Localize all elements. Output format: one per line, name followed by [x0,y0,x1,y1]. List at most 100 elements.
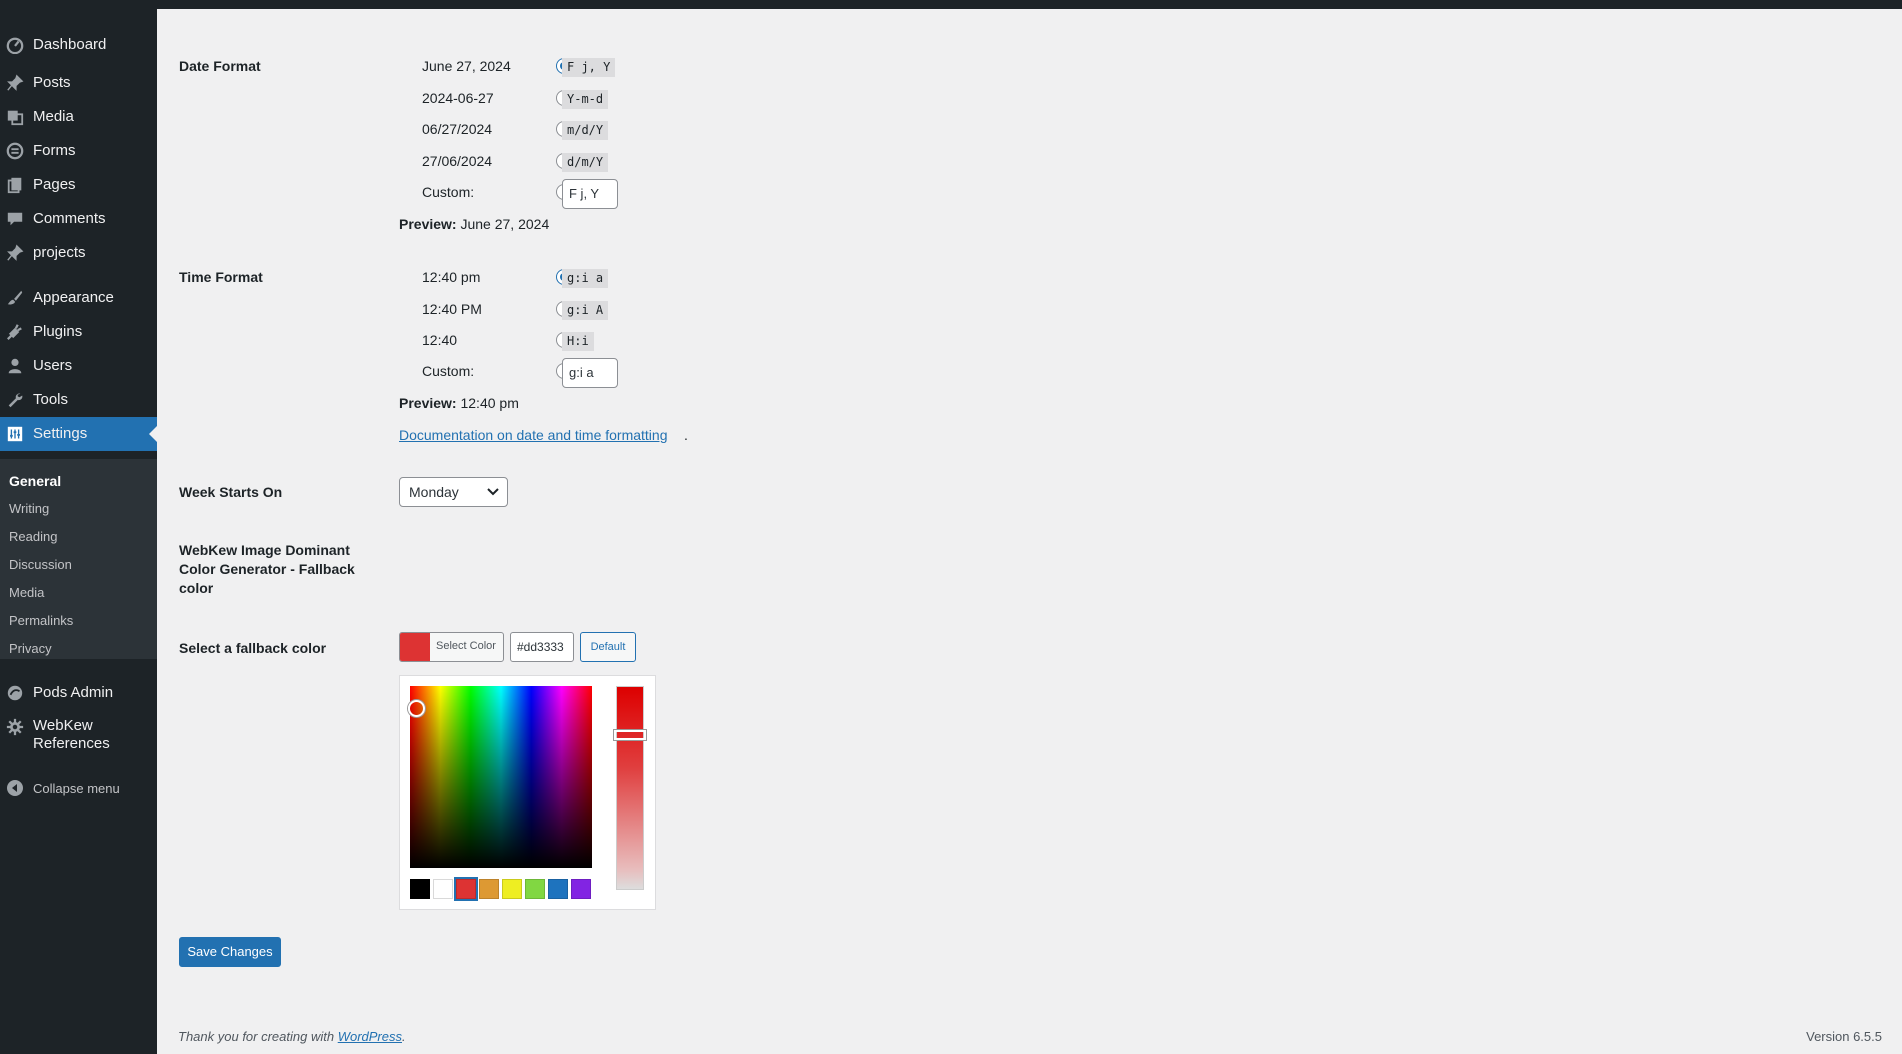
submenu-item-general[interactable]: General [9,473,61,489]
brush-icon [6,289,24,307]
submenu-item-privacy[interactable]: Privacy [9,641,52,656]
select-color-button[interactable]: Select Color [399,632,504,662]
footer-thanks-suffix: . [402,1029,406,1044]
week-starts-select[interactable]: Monday [399,477,508,507]
sidebar-item-label: Comments [33,210,106,227]
palette-swatch-purple[interactable] [571,879,591,899]
date-time-docs-link[interactable]: Documentation on date and time formattin… [399,427,668,443]
color-slider[interactable] [614,686,646,890]
pages-icon [6,176,24,194]
sidebar-item-label: Posts [33,74,71,91]
comment-icon [6,210,24,228]
submenu-item-media[interactable]: Media [9,585,44,600]
footer-thanks-text: Thank you for creating with [178,1029,338,1044]
palette-swatch-green[interactable] [525,879,545,899]
submenu-item-permalinks[interactable]: Permalinks [9,613,73,628]
sidebar-item-webkew-references[interactable]: WebKew References [0,710,157,758]
palette-swatch-orange[interactable] [479,879,499,899]
date-preview: Preview: June 27, 2024 [399,214,549,234]
time-preview-value: 12:40 pm [460,395,519,411]
wrench-icon [6,391,24,409]
date-option-label: 27/06/2024 [422,153,493,169]
palette-swatch-yellow[interactable] [502,879,522,899]
sidebar-item-label: WebKew References [33,717,110,752]
sidebar-item-label: projects [33,244,86,261]
color-palette [410,879,591,899]
collapse-menu-label: Collapse menu [33,780,120,796]
sidebar-item-label: Plugins [33,323,83,340]
palette-swatch-white[interactable] [433,879,453,899]
collapse-menu-button[interactable]: Collapse menu [0,775,157,801]
sidebar-item-appearance[interactable]: Appearance [0,281,157,315]
sidebar-item-settings[interactable]: Settings [0,417,157,451]
sidebar-item-label: Dashboard [33,36,107,53]
sidebar-item-label: Pages [33,176,76,193]
sidebar-item-dashboard[interactable]: Dashboard [0,28,157,62]
time-format-code: g:i A [562,301,609,320]
date-preview-value: June 27, 2024 [460,216,550,232]
sidebar-item-plugins[interactable]: Plugins [0,315,157,349]
save-changes-button[interactable]: Save Changes [179,937,281,967]
color-spectrum[interactable] [408,686,592,868]
date-preview-label: Preview: [399,216,457,232]
sidebar-item-forms[interactable]: Forms [0,134,157,168]
fallback-color-label: Select a fallback color [179,640,327,656]
time-format-code: H:i [562,332,594,351]
time-option-label: 12:40 [422,332,458,348]
time-preview-label: Preview: [399,395,457,411]
gear-icon [6,718,24,736]
submenu-item-reading[interactable]: Reading [9,529,57,544]
time-option-label: 12:40 PM [422,301,482,317]
footer-version: Version 6.5.5 [1806,1029,1882,1044]
sidebar-item-label: Appearance [33,289,114,306]
sidebar-item-posts[interactable]: Posts [0,66,157,100]
time-preview: Preview: 12:40 pm [399,393,519,413]
sidebar-item-media[interactable]: Media [0,100,157,134]
user-icon [6,357,24,375]
spectrum-handle[interactable] [408,700,425,717]
collapse-icon [7,780,23,796]
sidebar-item-comments[interactable]: Comments [0,202,157,236]
select-color-label: Select Color [436,640,496,652]
webkew-section-heading: WebKew Image Dominant Color Generator - … [179,542,355,596]
sidebar-item-label: Pods Admin [33,684,114,701]
pods-icon [6,684,24,702]
sidebar-item-tools[interactable]: Tools [0,383,157,417]
sidebar-item-label: Users [33,357,73,374]
sidebar-item-pods-admin[interactable]: Pods Admin [0,676,157,710]
hex-color-input[interactable]: #dd3333 [510,632,574,662]
date-format-custom-input[interactable]: F j, Y [562,179,618,209]
date-custom-label: Custom: [422,184,475,200]
default-color-button[interactable]: Default [580,632,636,662]
date-option-label: 2024-06-27 [422,90,494,106]
color-picker-panel [399,675,656,910]
sidebar-item-label: Tools [33,391,69,408]
palette-swatch-red[interactable] [456,879,476,899]
date-format-code: d/m/Y [562,153,609,172]
time-custom-label: Custom: [422,363,475,379]
media-icon [6,108,24,126]
sidebar-item-pages[interactable]: Pages [0,168,157,202]
date-format-code: F j, Y [562,58,616,77]
plug-icon [6,323,24,341]
time-format-custom-input[interactable]: g:i a [562,358,618,388]
footer-thanks: Thank you for creating with WordPress. [178,1029,406,1044]
sidebar-item-projects[interactable]: projects [0,236,157,270]
wordpress-link[interactable]: WordPress [338,1029,402,1044]
palette-swatch-black[interactable] [410,879,430,899]
submenu-item-writing[interactable]: Writing [9,501,49,516]
sidebar-item-users[interactable]: Users [0,349,157,383]
pin-icon [6,244,24,262]
chevron-down-icon [487,488,499,496]
admin-toolbar [0,0,1902,9]
forms-icon [6,142,24,160]
punctuation: . [684,427,688,443]
slider-handle[interactable] [614,730,646,740]
pin-icon [6,74,24,92]
submenu-item-discussion[interactable]: Discussion [9,557,72,572]
dashboard-icon [6,36,24,54]
palette-swatch-blue[interactable] [548,879,568,899]
time-format-label: Time Format [179,269,263,285]
date-format-code: Y-m-d [562,90,609,109]
settings-form: Date Format June 27, 2024 F j, Y 2024-06… [157,9,1902,1054]
